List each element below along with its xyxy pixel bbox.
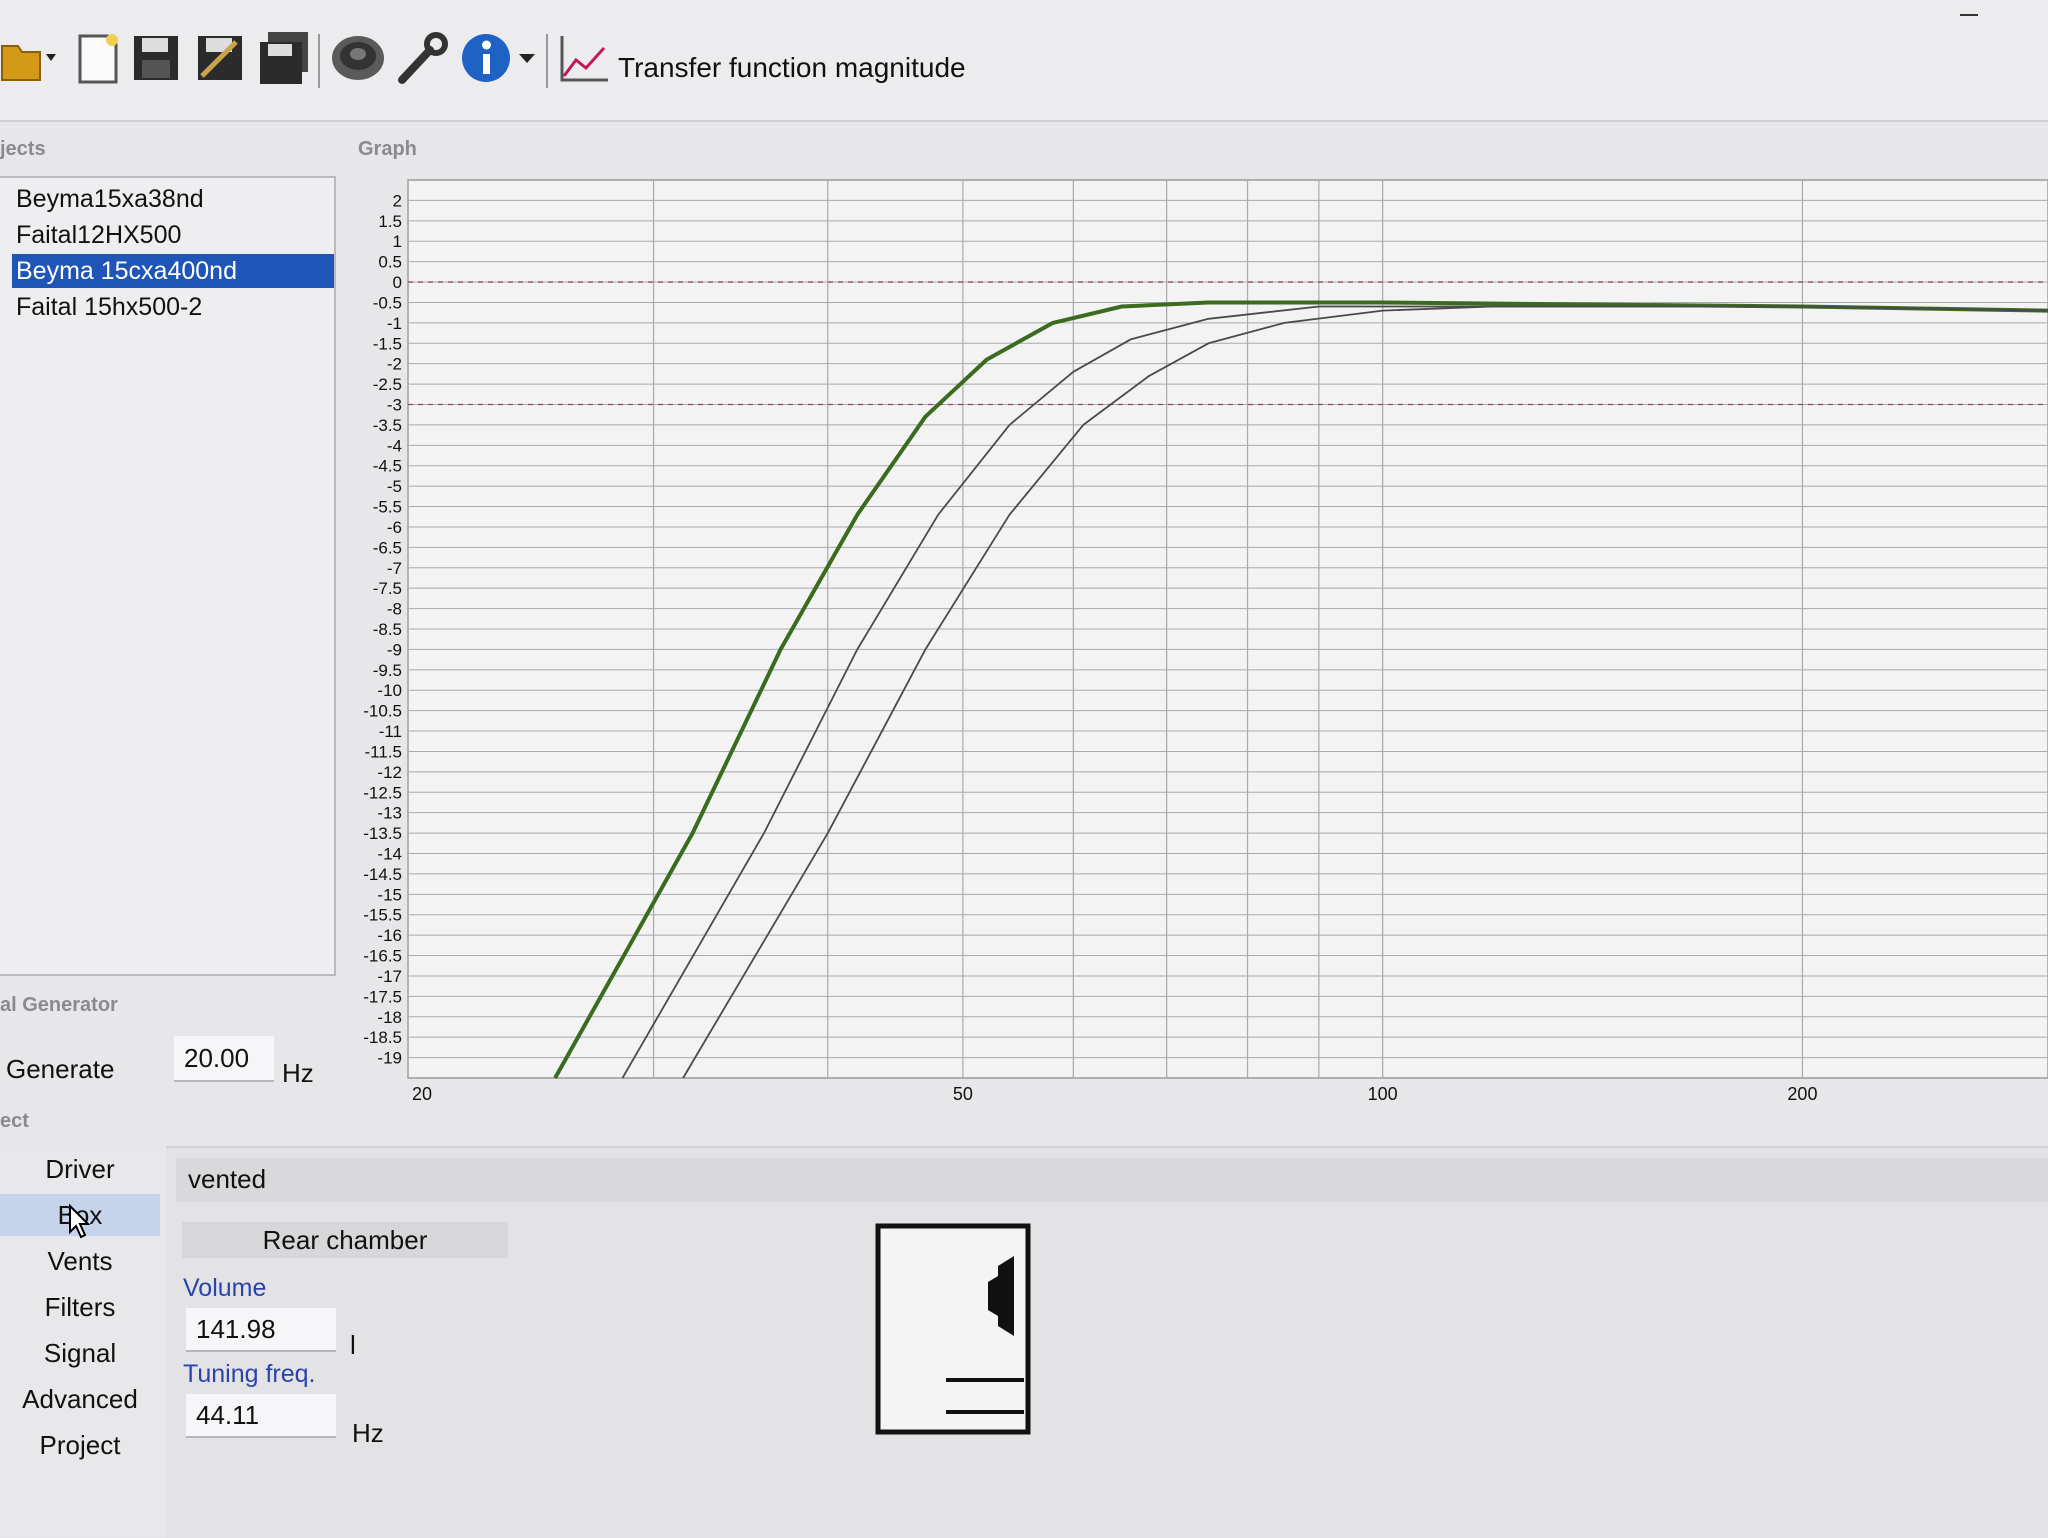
generate-button[interactable]: Generate: [6, 1054, 114, 1085]
projects-section-label: jects: [0, 138, 46, 161]
y-tick-label: -19: [377, 1049, 402, 1068]
speaker-icon[interactable]: [330, 30, 386, 86]
graph-area: 2 1.51 0.50-0.5 -1-1.5 -2-2.5 -3-3.5-4 -4.5-5 -…: [350, 160, 2048, 1100]
volume-unit: l: [350, 1330, 356, 1361]
list-item-selected[interactable]: Beyma 15cxa400nd: [12, 254, 334, 288]
y-tick-label: -3.5: [373, 416, 402, 435]
y-tick-label: -18: [377, 1008, 402, 1027]
graph-icon[interactable]: [556, 30, 612, 86]
rear-chamber-tab[interactable]: Rear chamber: [182, 1222, 508, 1258]
y-tick-label: -1.5: [373, 334, 402, 353]
y-tick-label: 0.5: [378, 253, 402, 272]
y-tick-label: -9.5: [373, 661, 402, 680]
toolbar: Transfer function magnitude: [0, 0, 2048, 122]
y-tick-label: 1.5: [378, 212, 402, 231]
signal-generator-label: al Generator: [0, 994, 118, 1017]
y-tick-label: -5.5: [373, 498, 402, 517]
box-type-selector[interactable]: [176, 1158, 2048, 1202]
open-icon[interactable]: [0, 30, 56, 86]
list-item[interactable]: Faital 15hx500-2: [12, 290, 334, 324]
y-tick-label: -15: [377, 885, 402, 904]
box-settings-panel: [166, 1146, 2048, 1538]
y-tick-label: 0: [393, 273, 402, 292]
generate-frequency-unit: Hz: [282, 1058, 314, 1089]
transfer-function-chart: 2 1.51 0.50-0.5 -1-1.5 -2-2.5 -3-3.5-4 -4.5-5 -…: [350, 160, 2048, 1100]
y-tick-label: 1: [393, 232, 402, 251]
y-tick-label: -4.5: [373, 457, 402, 476]
y-tick-label: -14.5: [363, 865, 402, 884]
nav-item-driver[interactable]: Driver: [0, 1148, 160, 1190]
vented-box-diagram: [874, 1222, 1034, 1436]
y-tick-label: -13: [377, 804, 402, 823]
y-tick-label: -7.5: [373, 579, 402, 598]
chevron-down-icon[interactable]: [512, 30, 542, 86]
save-edit-icon[interactable]: [192, 30, 248, 86]
x-tick-label: 200: [1787, 1084, 1817, 1100]
x-tick-label: 20: [412, 1084, 432, 1100]
y-tick-label: -15.5: [363, 906, 402, 925]
project-section-label: ect: [0, 1110, 29, 1133]
wrench-icon[interactable]: [394, 30, 450, 86]
y-tick-label: -9: [387, 640, 402, 659]
toolbar-separator: [318, 34, 320, 88]
volume-input[interactable]: [186, 1308, 336, 1352]
x-tick-label: 50: [953, 1084, 973, 1100]
list-item[interactable]: Beyma15xa38nd: [12, 182, 334, 216]
x-tick-label: 100: [1368, 1084, 1398, 1100]
y-tick-label: 2: [393, 191, 402, 210]
y-tick-label: -16: [377, 926, 402, 945]
y-tick-label: -16.5: [363, 947, 402, 966]
y-tick-label: -1: [387, 314, 402, 333]
y-tick-label: -3: [387, 396, 402, 415]
nav-item-signal[interactable]: Signal: [0, 1332, 160, 1374]
y-tick-label: -11: [379, 722, 402, 741]
y-tick-label: -7: [387, 559, 402, 578]
y-tick-label: -4: [387, 436, 402, 455]
tuning-freq-unit: Hz: [352, 1418, 384, 1449]
y-tick-label: -6: [387, 518, 402, 537]
projects-list[interactable]: Beyma15xa38nd Faital12HX500 Beyma 15cxa4…: [0, 176, 336, 976]
info-icon[interactable]: [458, 30, 514, 86]
tuning-freq-label: Tuning freq.: [183, 1360, 315, 1389]
nav-item-advanced[interactable]: Advanced: [0, 1378, 160, 1420]
toolbar-separator: [546, 34, 548, 88]
volume-label: Volume: [183, 1274, 266, 1303]
nav-item-project[interactable]: Project: [0, 1424, 160, 1466]
y-tick-label: -11.5: [365, 742, 403, 761]
y-tick-label: -17: [377, 967, 402, 986]
toolbar-title: Transfer function magnitude: [618, 52, 966, 84]
y-tick-label: -10.5: [363, 702, 402, 721]
y-tick-label: -14: [377, 845, 402, 864]
tuning-freq-input[interactable]: [186, 1394, 336, 1438]
y-tick-label: -2: [387, 355, 402, 374]
y-tick-label: -0.5: [373, 293, 402, 312]
mouse-cursor-icon: [68, 1204, 92, 1240]
nav-item-vents[interactable]: Vents: [0, 1240, 160, 1282]
y-tick-label: -6.5: [373, 538, 402, 557]
new-icon[interactable]: [70, 30, 126, 86]
y-tick-label: -8.5: [373, 620, 402, 639]
y-tick-label: -8: [387, 600, 402, 619]
graph-section-label: Graph: [358, 138, 417, 161]
save-all-icon[interactable]: [256, 30, 312, 86]
save-icon[interactable]: [128, 30, 184, 86]
y-tick-label: -2.5: [373, 375, 402, 394]
y-tick-label: -13.5: [363, 824, 402, 843]
list-item[interactable]: Faital12HX500: [12, 218, 334, 252]
y-tick-label: -17.5: [363, 987, 402, 1006]
y-tick-label: -12: [377, 763, 402, 782]
nav-item-filters[interactable]: Filters: [0, 1286, 160, 1328]
y-tick-label: -12.5: [363, 783, 402, 802]
y-tick-label: -5: [387, 477, 402, 496]
box-type-label: vented: [188, 1164, 266, 1195]
y-tick-label: -18.5: [363, 1028, 402, 1047]
generate-frequency-input[interactable]: [174, 1036, 274, 1082]
minimize-button[interactable]: [1960, 14, 1978, 16]
y-tick-label: -10: [377, 681, 402, 700]
